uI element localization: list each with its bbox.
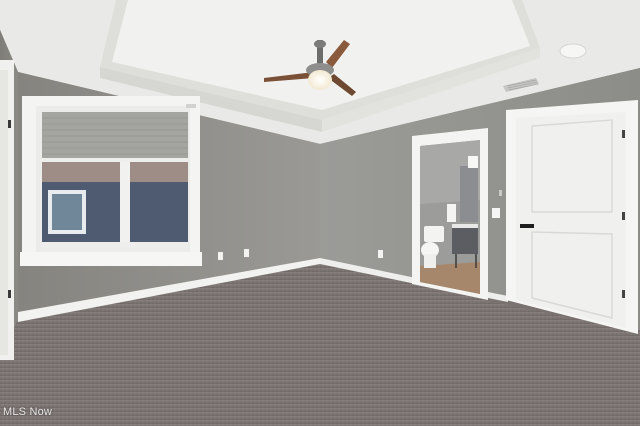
bathroom-vanity — [452, 224, 478, 254]
vanity-light — [468, 156, 478, 168]
left-door-hinge — [8, 290, 11, 298]
closet-door — [506, 100, 638, 334]
left-door — [0, 70, 8, 355]
bathroom-doorway — [412, 128, 488, 300]
door-handle — [520, 224, 534, 228]
left-door-hinge — [8, 120, 11, 128]
room-photo — [0, 0, 640, 426]
electrical-outlet — [244, 249, 249, 257]
watermark: MLS Now — [3, 406, 53, 418]
light-switch — [492, 208, 500, 218]
thermostat — [499, 190, 502, 196]
window-with-blinds — [20, 96, 202, 266]
towel — [447, 204, 456, 222]
door-hinge — [622, 212, 625, 220]
ceiling-vent — [186, 104, 196, 108]
door-hinge — [622, 130, 625, 138]
electrical-outlet — [218, 252, 223, 260]
smoke-detector — [559, 43, 587, 59]
door-hinge — [622, 290, 625, 298]
electrical-outlet — [378, 250, 383, 258]
